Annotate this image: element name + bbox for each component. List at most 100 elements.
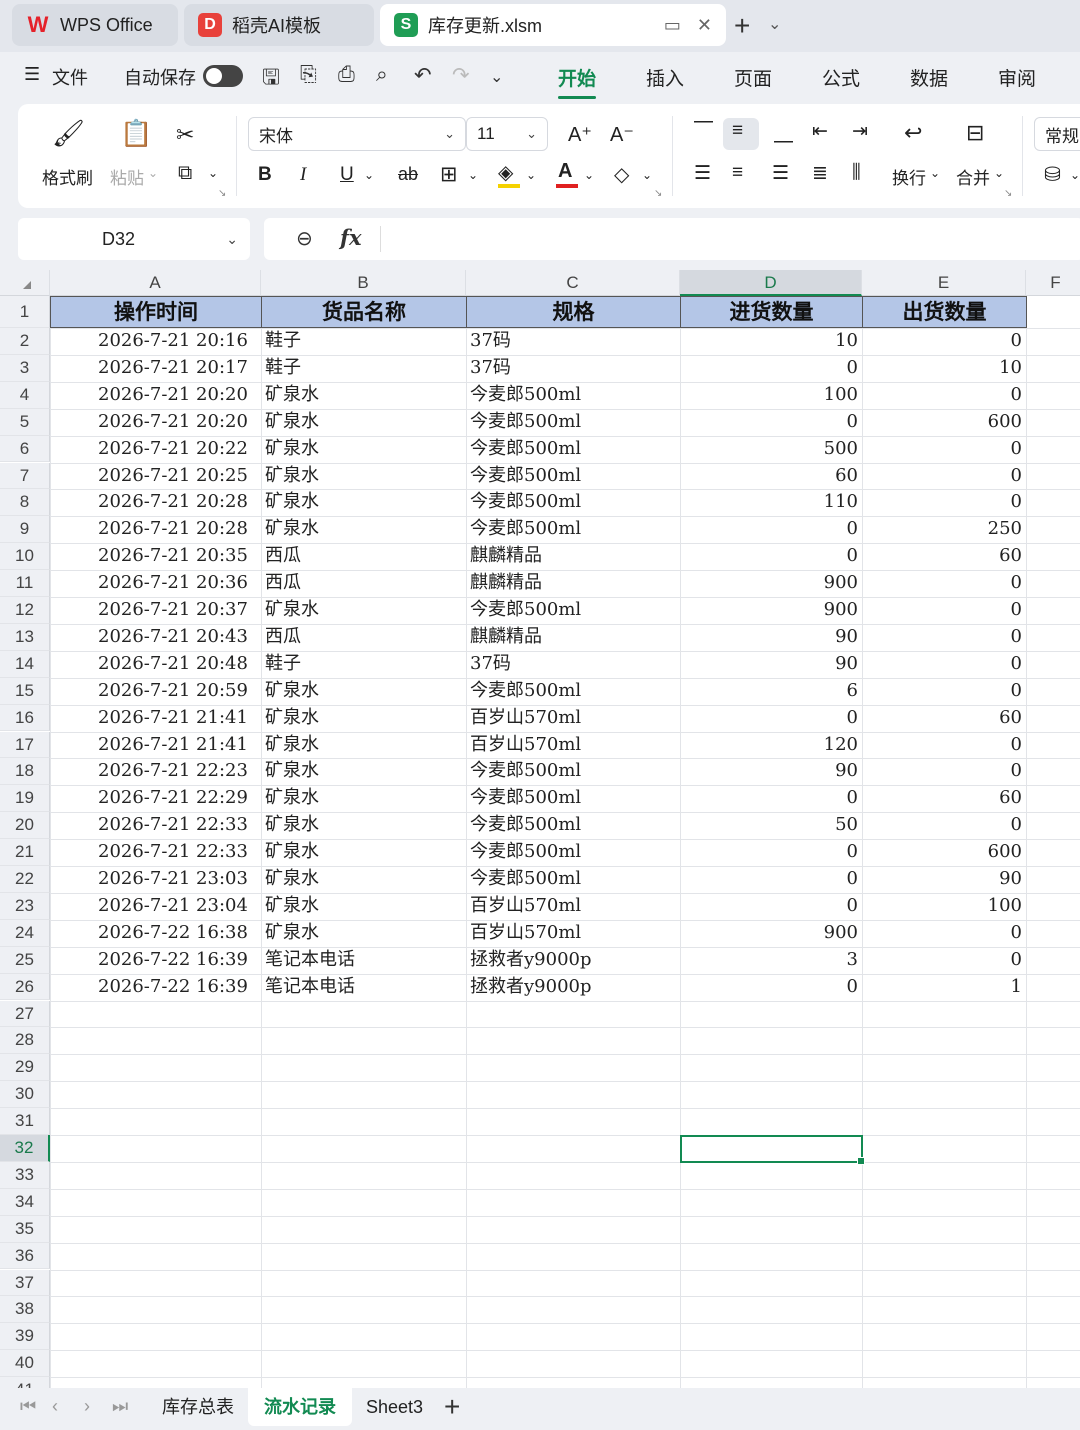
table-cell[interactable]: 2026-7-21 20:17 (50, 355, 261, 382)
table-cell[interactable]: 90 (680, 651, 862, 678)
row-header[interactable]: 10 (0, 543, 50, 571)
table-cell[interactable]: 今麦郎500ml (466, 866, 680, 893)
table-cell[interactable]: 今麦郎500ml (466, 839, 680, 866)
border-icon[interactable]: ⊞ (440, 162, 458, 187)
row-header[interactable]: 37 (0, 1269, 50, 1297)
strikethrough-icon[interactable]: ab (398, 164, 418, 185)
row-header[interactable]: 28 (0, 1027, 50, 1055)
table-cell[interactable]: 矿泉水 (261, 785, 466, 812)
align-left-icon[interactable]: ☰ (694, 162, 711, 185)
table-cell[interactable]: 今麦郎500ml (466, 812, 680, 839)
increase-indent-icon[interactable]: ⇥ (852, 120, 868, 143)
table-cell[interactable]: 麒麟精品 (466, 570, 680, 597)
row-header[interactable]: 12 (0, 597, 50, 624)
table-cell[interactable]: 百岁山570ml (466, 893, 680, 920)
row-header[interactable]: 17 (0, 731, 50, 759)
row-header[interactable]: 8 (0, 489, 50, 517)
table-cell[interactable]: 矿泉水 (261, 678, 466, 705)
table-cell[interactable]: 矿泉水 (261, 920, 466, 947)
hamburger-menu-icon[interactable]: ☰ (24, 64, 40, 85)
table-cell[interactable]: 今麦郎500ml (466, 758, 680, 785)
table-cell[interactable]: 矿泉水 (261, 516, 466, 543)
table-cell[interactable]: 2026-7-21 20:16 (50, 328, 261, 355)
row-header[interactable]: 27 (0, 1000, 50, 1028)
row-header[interactable]: 29 (0, 1054, 50, 1082)
chevron-down-icon[interactable]: ⌄ (930, 166, 940, 180)
table-cell[interactable]: 2026-7-21 23:04 (50, 893, 261, 920)
table-cell[interactable]: 今麦郎500ml (466, 678, 680, 705)
autosave-toggle[interactable] (203, 65, 243, 87)
column-header[interactable]: D (680, 270, 862, 296)
column-header[interactable]: F (1026, 270, 1080, 296)
row-header[interactable]: 15 (0, 677, 50, 705)
table-cell[interactable]: 2026-7-21 20:36 (50, 570, 261, 597)
table-cell[interactable]: 2026-7-21 20:43 (50, 624, 261, 651)
table-cell[interactable]: 西瓜 (261, 570, 466, 597)
table-cell[interactable]: 矿泉水 (261, 382, 466, 409)
table-cell[interactable]: 麒麟精品 (466, 543, 680, 570)
table-cell[interactable]: 0 (680, 409, 862, 436)
wrap-text-icon[interactable]: ↩ (904, 120, 922, 146)
table-cell[interactable]: 百岁山570ml (466, 920, 680, 947)
table-cell[interactable]: 拯救者y9000p (466, 947, 680, 974)
row-header[interactable]: 7 (0, 462, 50, 490)
print-preview-icon[interactable]: ⌕ (376, 63, 388, 87)
row-header[interactable]: 31 (0, 1108, 50, 1135)
align-right-icon[interactable]: ☰ (772, 162, 789, 185)
fill-color-icon[interactable]: ◈ (498, 160, 513, 185)
row-header[interactable]: 33 (0, 1161, 50, 1189)
table-cell[interactable]: 笔记本电话 (261, 947, 466, 974)
table-cell[interactable]: 今麦郎500ml (466, 516, 680, 543)
table-cell[interactable]: 500 (680, 436, 862, 463)
first-sheet-icon[interactable]: ⏮ (20, 1396, 36, 1417)
row-header[interactable]: 2 (0, 328, 50, 355)
row-header[interactable]: 23 (0, 892, 50, 920)
table-cell[interactable]: 矿泉水 (261, 463, 466, 490)
table-cell[interactable]: 90 (862, 866, 1026, 893)
row-header[interactable]: 19 (0, 785, 50, 813)
table-cell[interactable]: 0 (680, 516, 862, 543)
formula-bar[interactable]: ⊖ fx (264, 218, 1080, 260)
row-header[interactable]: 4 (0, 381, 50, 409)
table-cell[interactable]: 今麦郎500ml (466, 597, 680, 624)
table-cell[interactable]: 0 (862, 678, 1026, 705)
column-header[interactable]: C (466, 270, 680, 296)
table-cell[interactable]: 0 (680, 974, 862, 1001)
table-cell[interactable]: 2026-7-21 20:20 (50, 409, 261, 436)
table-cell[interactable]: 今麦郎500ml (466, 489, 680, 516)
table-cell[interactable]: 900 (680, 597, 862, 624)
align-top-icon[interactable]: ⎺ (694, 120, 713, 142)
tab-home[interactable]: 开始 (558, 64, 597, 99)
row-header[interactable]: 20 (0, 812, 50, 840)
table-cell[interactable]: 麒麟精品 (466, 624, 680, 651)
table-header-cell[interactable]: 进货数量 (680, 296, 863, 328)
table-cell[interactable]: 2026-7-21 20:59 (50, 678, 261, 705)
print-icon[interactable]: ⎙ (338, 63, 355, 87)
font-size-select[interactable]: 11 ⌄ (466, 117, 548, 151)
merge-cells-icon[interactable]: ⊟ (966, 120, 984, 146)
clear-format-icon[interactable]: ◇ (614, 162, 629, 187)
table-cell[interactable]: 2026-7-21 20:37 (50, 597, 261, 624)
table-cell[interactable]: 0 (862, 570, 1026, 597)
table-cell[interactable]: 今麦郎500ml (466, 463, 680, 490)
table-cell[interactable]: 2026-7-21 21:41 (50, 732, 261, 759)
table-cell[interactable]: 60 (862, 543, 1026, 570)
add-sheet-icon[interactable]: + (444, 1391, 460, 1423)
table-cell[interactable]: 2026-7-21 20:48 (50, 651, 261, 678)
row-header[interactable]: 18 (0, 758, 50, 786)
row-header[interactable]: 39 (0, 1323, 50, 1351)
chevron-down-icon[interactable]: ⌄ (490, 67, 503, 87)
table-cell[interactable]: 拯救者y9000p (466, 974, 680, 1001)
table-cell[interactable]: 120 (680, 732, 862, 759)
underline-icon[interactable]: U (340, 164, 354, 186)
table-cell[interactable]: 2026-7-21 20:28 (50, 489, 261, 516)
redo-icon[interactable]: ↷ (452, 63, 470, 88)
wrap-text-button[interactable]: 换行 (892, 164, 926, 189)
table-cell[interactable]: 250 (862, 516, 1026, 543)
decrease-font-icon[interactable]: A⁻ (610, 122, 634, 147)
table-cell[interactable]: 0 (680, 355, 862, 382)
row-header[interactable]: 16 (0, 704, 50, 732)
tab-data[interactable]: 数据 (910, 64, 948, 91)
sheet-tab-sheet3[interactable]: Sheet3 (350, 1388, 439, 1426)
row-header[interactable]: 32 (0, 1135, 50, 1162)
